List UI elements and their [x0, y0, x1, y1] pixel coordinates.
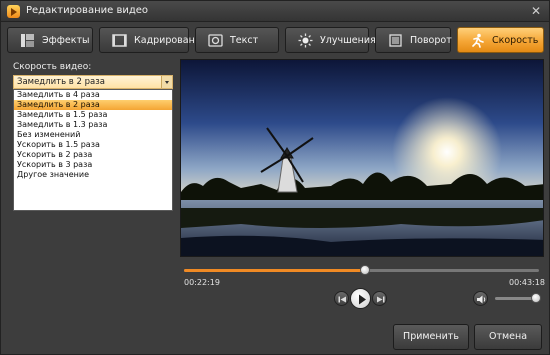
speed-label: Скорость видео: — [13, 62, 92, 72]
speed-select-value: Замедлить в 2 раза — [17, 77, 105, 87]
play-button[interactable] — [350, 288, 371, 309]
tab-speed[interactable]: Скорость — [457, 27, 544, 53]
chevron-down-icon[interactable] — [161, 76, 172, 88]
play-icon — [359, 294, 366, 305]
speed-icon — [472, 33, 484, 48]
video-preview[interactable] — [180, 59, 544, 257]
tab-rotate-label: Поворот — [410, 35, 452, 46]
tab-text-label: Текст — [230, 35, 259, 46]
apply-button[interactable]: Применить — [393, 324, 469, 350]
window-title: Редактирование видео — [26, 5, 149, 16]
crop-icon — [112, 34, 127, 47]
volume-handle[interactable] — [531, 293, 541, 303]
speed-option[interactable]: Ускорить в 3 раза — [14, 160, 172, 170]
speed-option[interactable]: Замедлить в 1.3 раза — [14, 120, 172, 130]
speed-settings-panel: Скорость видео: Замедлить в 2 раза Замед… — [7, 59, 173, 317]
speed-option[interactable]: Замедлить в 2 раза — [14, 100, 172, 110]
close-button[interactable]: ✕ — [529, 4, 543, 18]
tab-rotate[interactable]: Поворот — [375, 27, 452, 53]
enhance-icon — [298, 33, 313, 48]
skip-forward-icon — [377, 296, 385, 303]
speed-option[interactable]: Ускорить в 1.5 раза — [14, 140, 172, 150]
video-frame — [181, 60, 543, 256]
skip-back-icon — [338, 296, 346, 303]
tab-toolbar: Эффекты Кадрирование Текст Улучшения Пов… — [7, 27, 544, 54]
app-icon — [7, 5, 20, 18]
rotate-icon — [389, 34, 402, 47]
tab-speed-label: Скорость — [492, 35, 539, 46]
progress-handle[interactable] — [360, 265, 371, 275]
video-editor-window: Редактирование видео ✕ Эффекты Кадрирова… — [0, 0, 550, 355]
progress-fill — [184, 269, 366, 272]
speed-option[interactable]: Ускорить в 2 раза — [14, 150, 172, 160]
speed-option[interactable]: Замедлить в 4 раза — [14, 90, 172, 100]
tab-effects-label: Эффекты — [42, 35, 90, 46]
title-bar: Редактирование видео ✕ — [1, 1, 549, 22]
tab-crop[interactable]: Кадрирование — [99, 27, 207, 53]
current-time: 00:22:19 — [184, 278, 220, 287]
cancel-button[interactable]: Отмена — [474, 324, 542, 350]
progress-slider[interactable] — [184, 265, 539, 275]
previous-button[interactable] — [334, 291, 349, 306]
speed-select[interactable]: Замедлить в 2 раза — [13, 75, 173, 89]
next-button[interactable] — [372, 291, 387, 306]
text-icon — [208, 34, 223, 47]
speed-option[interactable]: Другое значение — [14, 170, 172, 180]
speed-option[interactable]: Замедлить в 1.5 раза — [14, 110, 172, 120]
speed-option[interactable]: Без изменений — [14, 130, 172, 140]
speed-dropdown-list: Замедлить в 4 раза Замедлить в 2 раза За… — [13, 89, 173, 211]
tab-effects[interactable]: Эффекты — [7, 27, 93, 53]
effects-icon — [21, 34, 34, 47]
tab-text[interactable]: Текст — [195, 27, 279, 53]
tab-enhance[interactable]: Улучшения — [285, 27, 376, 53]
tab-enhance-label: Улучшения — [320, 35, 376, 46]
total-time: 00:43:18 — [509, 278, 545, 287]
volume-icon — [477, 295, 486, 304]
mute-button[interactable] — [473, 291, 488, 306]
